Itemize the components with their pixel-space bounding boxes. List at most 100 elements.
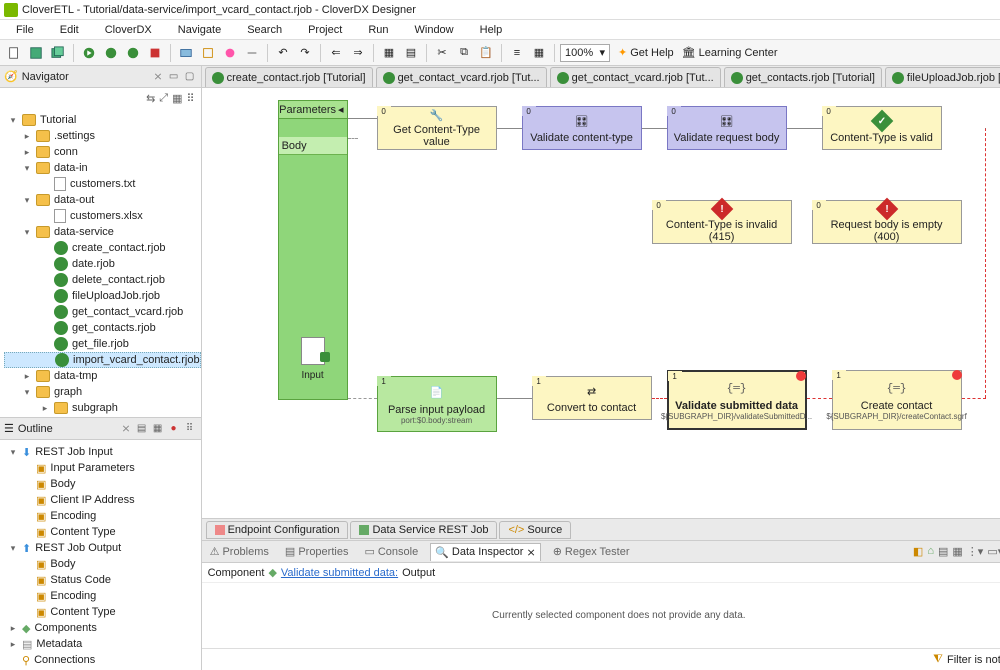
- tree-subgraph[interactable]: subgraph: [72, 402, 118, 414]
- node-ct-invalid[interactable]: 0 ! Content-Type is invalid (415): [652, 200, 792, 244]
- forward-button[interactable]: ⇒: [348, 43, 368, 63]
- cut-button[interactable]: ✂: [432, 43, 452, 63]
- tab-console[interactable]: ▭ Console: [360, 543, 422, 560]
- node-convert[interactable]: 1 ⇄ Convert to contact: [532, 376, 652, 420]
- tab-problems[interactable]: ⚠ Problems: [206, 543, 273, 560]
- maximize-icon[interactable]: ▢: [183, 70, 197, 84]
- tool-b[interactable]: [198, 43, 218, 63]
- tool-f[interactable]: ▤: [401, 43, 421, 63]
- inspector-tool-1[interactable]: ◧: [913, 545, 923, 558]
- node-ct-valid[interactable]: 0 ✓ Content-Type is valid: [822, 106, 942, 150]
- grid-button[interactable]: ▦: [529, 43, 549, 63]
- menu-navigate[interactable]: Navigate: [166, 22, 233, 38]
- tool-a[interactable]: [176, 43, 196, 63]
- zoom-combo[interactable]: 100%▾: [560, 44, 610, 62]
- outline-body-in[interactable]: Body: [50, 478, 75, 490]
- node-create-contact[interactable]: 1 {═} Create contact ${SUBGRAPH_DIR}/cre…: [832, 370, 962, 430]
- tab-get-contact-vcard-1[interactable]: get_contact_vcard.rjob [Tut...: [376, 67, 547, 87]
- outline-tool-3[interactable]: ●: [167, 422, 181, 436]
- back-button[interactable]: ⇐: [326, 43, 346, 63]
- tool-d[interactable]: [242, 43, 262, 63]
- minimize-icon[interactable]: ▭: [167, 70, 181, 84]
- tree-get-contact-vcard[interactable]: get_contact_vcard.rjob: [72, 306, 183, 318]
- align-button[interactable]: ≡: [507, 43, 527, 63]
- tab-rest-job[interactable]: Data Service REST Job: [350, 521, 497, 539]
- tree-conn[interactable]: conn: [54, 146, 78, 158]
- tree-delete-contact[interactable]: delete_contact.rjob: [72, 274, 165, 286]
- outline-status[interactable]: Status Code: [50, 574, 111, 586]
- tree-graph[interactable]: graph: [54, 386, 82, 398]
- get-help-link[interactable]: ✦Get Help: [618, 46, 674, 59]
- node-validate-submitted[interactable]: 1 {═} Validate submitted data ${SUBGRAPH…: [667, 370, 807, 430]
- save-all-button[interactable]: [48, 43, 68, 63]
- collapse-all-icon[interactable]: ⇆: [146, 92, 155, 105]
- outline-encoding-in[interactable]: Encoding: [50, 510, 96, 522]
- learning-center-link[interactable]: 🏛Learning Center: [682, 46, 778, 59]
- profile-button[interactable]: [123, 43, 143, 63]
- outline-body-out[interactable]: Body: [50, 558, 75, 570]
- tree-customers-txt[interactable]: customers.txt: [70, 178, 135, 190]
- node-validate-ct[interactable]: 0 🎛 Validate content-type: [522, 106, 642, 150]
- tree-get-contacts[interactable]: get_contacts.rjob: [72, 322, 156, 334]
- outline-input-params[interactable]: Input Parameters: [50, 462, 134, 474]
- run-button[interactable]: [79, 43, 99, 63]
- new-button[interactable]: [4, 43, 24, 63]
- graph-canvas[interactable]: Parameters◂ Body Input 0 🔧 Get Content-T…: [202, 88, 1000, 518]
- outline-ct-in[interactable]: Content Type: [50, 526, 115, 538]
- menu-project[interactable]: Project: [296, 22, 354, 38]
- menu-run[interactable]: Run: [356, 22, 400, 38]
- tree-fileupload[interactable]: fileUploadJob.rjob: [72, 290, 160, 302]
- tree-get-file[interactable]: get_file.rjob: [72, 338, 129, 350]
- filter-icon[interactable]: ▦: [172, 92, 182, 105]
- tree-tutorial[interactable]: Tutorial: [40, 114, 76, 126]
- tab-data-inspector[interactable]: 🔍 Data Inspector ⨯: [430, 543, 540, 561]
- view-menu-icon[interactable]: ⠿: [187, 92, 195, 105]
- outline-rest-input[interactable]: REST Job Input: [35, 446, 112, 458]
- outline-encoding-out[interactable]: Encoding: [50, 590, 96, 602]
- tab-get-contacts[interactable]: get_contacts.rjob [Tutorial]: [724, 67, 882, 87]
- tree-import-vcard[interactable]: import_vcard_contact.rjob: [73, 354, 200, 366]
- tree-data-service[interactable]: data-service: [54, 226, 114, 238]
- node-validate-body[interactable]: 0 🎛 Validate request body: [667, 106, 787, 150]
- paste-button[interactable]: 📋: [476, 43, 496, 63]
- tool-c[interactable]: [220, 43, 240, 63]
- tool-e[interactable]: ▦: [379, 43, 399, 63]
- menu-search[interactable]: Search: [235, 22, 294, 38]
- tree-data-tmp[interactable]: data-tmp: [54, 370, 97, 382]
- outline-tool-2[interactable]: ▦: [151, 422, 165, 436]
- stop-button[interactable]: [145, 43, 165, 63]
- save-button[interactable]: [26, 43, 46, 63]
- outline-tool-1[interactable]: ▤: [135, 422, 149, 436]
- tab-properties[interactable]: ▤ Properties: [281, 543, 353, 560]
- outline-tree[interactable]: ▾⬇REST Job Input ▣Input Parameters ▣Body…: [0, 440, 201, 670]
- tree-settings[interactable]: .settings: [54, 130, 95, 142]
- outline-ct-out[interactable]: Content Type: [50, 606, 115, 618]
- tree-data-out[interactable]: data-out: [54, 194, 94, 206]
- outline-components[interactable]: Components: [34, 622, 96, 634]
- tab-get-contact-vcard-2[interactable]: get_contact_vcard.rjob [Tut...: [550, 67, 721, 87]
- node-body-empty[interactable]: 0 ! Request body is empty (400): [812, 200, 962, 244]
- menu-help[interactable]: Help: [468, 22, 515, 38]
- link-editor-icon[interactable]: ⤢: [159, 92, 168, 105]
- node-parse[interactable]: 1 📄 Parse input payload port:$0.body:str…: [377, 376, 497, 432]
- outline-tool-4[interactable]: ⠿: [183, 422, 197, 436]
- menu-file[interactable]: File: [4, 22, 46, 38]
- redo-button[interactable]: ↷: [295, 43, 315, 63]
- tab-fileupload[interactable]: fileUploadJob.rjob [Tutorial]: [885, 67, 1000, 87]
- inspector-tool-4[interactable]: ▦: [952, 545, 962, 558]
- navigator-tree[interactable]: ▾Tutorial ▸.settings ▸conn ▾data-in cust…: [0, 108, 201, 417]
- node-get-content-type[interactable]: 0 🔧 Get Content-Type value: [377, 106, 497, 150]
- inspector-tool-3[interactable]: ▤: [938, 545, 948, 558]
- input-block[interactable]: Parameters◂ Body Input: [278, 100, 348, 400]
- outline-metadata[interactable]: Metadata: [36, 638, 82, 650]
- tab-regex[interactable]: ⊕ Regex Tester: [549, 543, 634, 560]
- debug-button[interactable]: [101, 43, 121, 63]
- inspector-tool-6[interactable]: ▭▾: [987, 545, 1000, 558]
- tab-source[interactable]: </>Source: [499, 521, 571, 539]
- inspector-tool-5[interactable]: ⋮▾: [967, 545, 984, 558]
- menu-window[interactable]: Window: [403, 22, 466, 38]
- undo-button[interactable]: ↶: [273, 43, 293, 63]
- tree-customers-xlsx[interactable]: customers.xlsx: [70, 210, 143, 222]
- tab-create-contact[interactable]: create_contact.rjob [Tutorial]: [205, 67, 373, 87]
- tree-date[interactable]: date.rjob: [72, 258, 115, 270]
